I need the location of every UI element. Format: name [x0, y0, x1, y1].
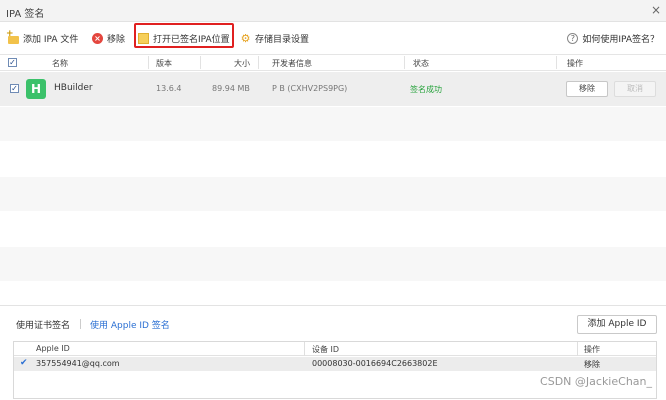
column-divider — [148, 56, 149, 69]
sign-status: 签名成功 — [410, 85, 442, 94]
add-folder-icon — [6, 29, 19, 44]
apple-id-table-header: Apple ID 设备 ID 操作 — [14, 342, 656, 356]
column-device-id: 设备 ID — [312, 345, 340, 354]
add-apple-id-button[interactable]: 添加 Apple ID — [577, 315, 657, 334]
hbuilder-app-icon: H — [26, 79, 46, 99]
column-version: 版本 — [156, 59, 172, 68]
table-header: ✓ 名称 版本 大小 开发者信息 状态 操作 — [0, 55, 666, 71]
apple-id-value: 357554941@qq.com — [36, 359, 120, 368]
device-id-value: 00008030-0016694C2663802E — [312, 359, 438, 368]
remove-icon: × — [92, 32, 103, 44]
select-all-checkbox[interactable]: ✓ — [8, 58, 17, 67]
row-cancel-button[interactable]: 取消 — [614, 81, 656, 97]
add-ipa-label: 添加 IPA 文件 — [23, 34, 79, 45]
storage-settings-button[interactable]: ⚙ 存储目录设置 — [240, 30, 309, 46]
highlight-box — [134, 23, 234, 48]
empty-row — [0, 107, 666, 141]
column-divider — [577, 342, 578, 356]
gear-icon: ⚙ — [240, 31, 251, 45]
window-title: IPA 签名 — [6, 9, 45, 20]
column-status: 状态 — [413, 59, 429, 68]
column-apple-id: Apple ID — [36, 344, 70, 353]
ipa-list: ✓ 名称 版本 大小 开发者信息 状态 操作 ✓ H HBuilder 13.6… — [0, 54, 666, 302]
tab-apple-id-signing[interactable]: 使用 Apple ID 签名 — [90, 318, 170, 331]
storage-settings-label: 存储目录设置 — [255, 34, 310, 45]
column-developer: 开发者信息 — [272, 59, 312, 68]
tab-certificate-signing[interactable]: 使用证书签名 — [16, 318, 70, 331]
row-remove-button[interactable]: 移除 — [566, 81, 608, 97]
table-row[interactable]: ✓ H HBuilder 13.6.4 89.94 MB P B (CXHV2P… — [0, 72, 666, 106]
table-row[interactable]: ✔ 357554941@qq.com 00008030-0016694C2663… — [14, 357, 656, 371]
toolbar: 添加 IPA 文件 × 移除 打开已签名IPA位置 ⚙ 存储目录设置 ? 如何使… — [0, 26, 666, 50]
empty-row — [0, 247, 666, 281]
column-divider — [556, 56, 557, 69]
developer-info: P B (CXHV2PS9PG) — [272, 84, 348, 93]
add-ipa-button[interactable]: 添加 IPA 文件 — [6, 29, 79, 46]
empty-row — [0, 177, 666, 211]
column-divider — [258, 56, 259, 69]
help-label: 如何使用IPA签名？ — [582, 34, 659, 45]
title-bar: IPA 签名 × — [0, 0, 666, 22]
app-name: HBuilder — [54, 83, 93, 93]
apple-id-remove-link[interactable]: 移除 — [584, 359, 600, 370]
watermark: CSDN @JackieChan_ — [540, 375, 652, 388]
close-icon[interactable]: × — [651, 3, 661, 17]
remove-button[interactable]: × 移除 — [92, 30, 125, 46]
remove-label: 移除 — [107, 34, 126, 45]
apple-id-table: Apple ID 设备 ID 操作 ✔ 357554941@qq.com 000… — [13, 341, 657, 399]
row-checkbox[interactable]: ✓ — [10, 84, 19, 93]
check-icon: ✔ — [20, 358, 28, 368]
tab-divider — [80, 319, 81, 329]
column-divider — [304, 342, 305, 356]
empty-row — [0, 142, 666, 176]
help-icon: ? — [567, 32, 579, 44]
column-divider — [200, 56, 201, 69]
column-size: 大小 — [234, 59, 250, 68]
app-size: 89.94 MB — [212, 84, 250, 93]
column-divider — [404, 56, 405, 69]
help-link[interactable]: ? 如何使用IPA签名？ — [567, 30, 659, 46]
column-name: 名称 — [52, 59, 68, 68]
column-apple-actions: 操作 — [584, 345, 600, 354]
empty-row — [0, 212, 666, 246]
column-actions: 操作 — [567, 59, 583, 68]
app-version: 13.6.4 — [156, 84, 182, 93]
